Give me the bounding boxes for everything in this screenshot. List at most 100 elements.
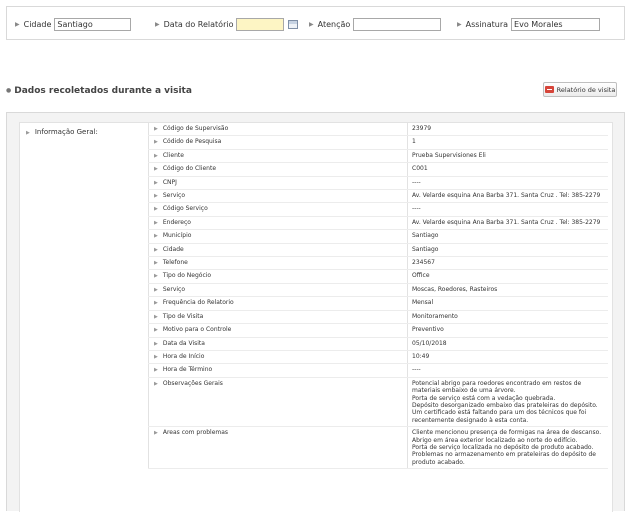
bullet-arrow-icon: ▶ <box>154 327 158 334</box>
bullet-arrow-icon: ▶ <box>15 20 20 28</box>
row-key: ▶ Data da Visita <box>148 337 407 350</box>
table-row: ▶ Observações Gerais Potencial abrigo para… <box>148 377 608 428</box>
table-row: ▶ Areas com problemas Cliente mencionou pr… <box>148 427 608 470</box>
signature-filter: ▶ Assinatura <box>457 16 601 32</box>
row-key-text: Hora de Término <box>162 366 213 374</box>
bullet-arrow-icon: ▶ <box>154 353 158 360</box>
visit-report-label: Relatório de visita <box>556 85 616 94</box>
calendar-icon[interactable] <box>288 19 299 29</box>
info-rows: ▶ Código de Supervisão 23979 ▶ Códido de Pes… <box>148 123 608 470</box>
row-key: ▶ Frequência do Relatorio <box>148 297 407 310</box>
row-key-text: Tipo do Negócio <box>162 272 212 280</box>
table-row: ▶ Telefone 234567 <box>148 257 608 271</box>
row-value: 05/10/2018 <box>407 337 608 350</box>
row-key: ▶ Observações Gerais <box>148 377 407 427</box>
row-value: ---- <box>407 176 608 190</box>
data-panel: ▶ Informação Geral: ▶ Código de Supervisão… <box>6 112 625 512</box>
pdf-icon <box>544 86 554 93</box>
row-key-text: Código Serviço <box>162 205 208 213</box>
city-input[interactable] <box>54 17 132 31</box>
section-title: ● Dados recoletados durante a visita <box>6 86 192 96</box>
group-label: ▶ Informação Geral: <box>26 128 98 136</box>
visit-report-button[interactable]: Relatório de visita <box>543 82 617 97</box>
row-value: C001 <box>407 163 608 176</box>
row-key-text: Serviço <box>162 285 186 293</box>
report-date-input[interactable] <box>236 17 285 31</box>
row-key-text: Tipo de Visita <box>162 312 204 320</box>
row-value: Monitoramento <box>407 310 608 324</box>
row-key-text: Endereço <box>162 218 191 226</box>
bullet-arrow-icon: ▶ <box>154 367 158 374</box>
row-key: ▶ Município <box>148 230 407 243</box>
bullet-arrow-icon: ▶ <box>154 380 158 387</box>
bullet-arrow-icon: ▶ <box>154 260 158 267</box>
bullet-arrow-icon: ▶ <box>154 126 158 132</box>
row-key-text: Data da Visita <box>162 339 205 347</box>
bullet-arrow-icon: ▶ <box>154 193 158 200</box>
bullet-arrow-icon: ▶ <box>154 300 158 307</box>
bullet-arrow-icon: ▶ <box>154 179 158 186</box>
bullet-arrow-icon: ▶ <box>154 286 158 293</box>
row-key: ▶ Serviço <box>148 283 407 297</box>
report-date-label: Data do Relatório <box>163 19 234 29</box>
row-value: Av. Velarde esquina Ana Barba 371. Santa… <box>407 216 608 230</box>
row-key: ▶ Endereço <box>148 216 407 230</box>
group-label-text: Informação Geral: <box>34 128 98 136</box>
bullet-arrow-icon: ▶ <box>26 130 30 136</box>
attention-input[interactable] <box>353 17 442 31</box>
bullet-arrow-icon: ▶ <box>154 340 158 347</box>
bullet-arrow-icon: ▶ <box>154 430 158 437</box>
row-key: ▶ Cliente <box>148 149 407 163</box>
row-value: Av. Velarde esquina Ana Barba 371. Santa… <box>407 190 608 203</box>
row-key: ▶ Hora de Término <box>148 364 407 377</box>
row-key: ▶ Tipo do Negócio <box>148 270 407 283</box>
bullet-arrow-icon: ▶ <box>155 20 160 28</box>
row-key-text: Serviço <box>162 192 186 200</box>
table-row: ▶ Motivo para o Controle Preventivo <box>148 324 608 338</box>
row-key-text: Frequência do Relatorio <box>162 299 234 307</box>
row-value: Prueba Supervisiones Eli <box>407 149 608 163</box>
signature-label: Assinatura <box>465 19 509 29</box>
table-row: ▶ CNPJ ---- <box>148 176 608 191</box>
table-row: ▶ Tipo de Visita Monitoramento <box>148 310 608 325</box>
row-key: ▶ Areas com problemas <box>148 427 407 469</box>
table-row: ▶ Serviço Av. Velarde esquina Ana Barba 37… <box>148 190 608 204</box>
bullet-arrow-icon: ▶ <box>154 152 158 159</box>
table-row: ▶ Tipo do Negócio Office <box>148 270 608 284</box>
row-key: ▶ Código de Supervisão <box>148 123 407 136</box>
bullet-arrow-icon: ▶ <box>154 246 158 253</box>
table-row: ▶ Frequência do Relatorio Mensal <box>148 297 608 311</box>
signature-input[interactable] <box>511 17 601 31</box>
row-key-text: Município <box>162 232 192 240</box>
row-value: Santiago <box>407 243 608 257</box>
row-key: ▶ Códido de Pesquisa <box>148 136 407 149</box>
bullet-arrow-icon: ▶ <box>154 273 158 280</box>
bullet-arrow-icon: ▶ <box>154 166 158 173</box>
row-key-text: Motivo para o Controle <box>162 326 232 334</box>
row-value: 1 <box>407 136 608 149</box>
bullet-arrow-icon: ▶ <box>154 233 158 240</box>
row-key-text: Cidade <box>162 245 184 253</box>
row-key-text: Telefone <box>162 259 188 267</box>
row-value: Santiago <box>407 230 608 243</box>
city-label: Cidade <box>23 19 52 29</box>
row-value: Preventivo <box>407 324 608 337</box>
general-info-table: ▶ Informação Geral: ▶ Código de Supervisão… <box>19 122 613 512</box>
row-key-text: Código de Supervisão <box>162 125 229 132</box>
row-key-text: Areas com problemas <box>162 429 229 437</box>
table-row: ▶ Código Serviço ---- <box>148 203 608 217</box>
table-row: ▶ Cidade Santiago <box>148 243 608 258</box>
attention-label: Atenção <box>317 19 351 29</box>
table-row: ▶ Hora de Início 10:49 <box>148 350 608 365</box>
row-value: Moscas, Roedores, Rasteiros <box>407 283 608 297</box>
row-key: ▶ Tipo de Visita <box>148 310 407 324</box>
row-value: Potencial abrigo para roedores encontrad… <box>407 377 608 427</box>
table-row: ▶ Serviço Moscas, Roedores, Rasteiros <box>148 283 608 298</box>
bullet-arrow-icon: ▶ <box>154 139 158 146</box>
bullet-arrow-icon: ▶ <box>457 20 462 28</box>
row-key-text: Observações Gerais <box>162 379 223 387</box>
table-row: ▶ Códido de Pesquisa 1 <box>148 136 608 150</box>
row-key-text: Código do Cliente <box>162 165 217 173</box>
bullet-arrow-icon: ▶ <box>309 20 314 28</box>
table-row: ▶ Cliente Prueba Supervisiones Eli <box>148 149 608 164</box>
